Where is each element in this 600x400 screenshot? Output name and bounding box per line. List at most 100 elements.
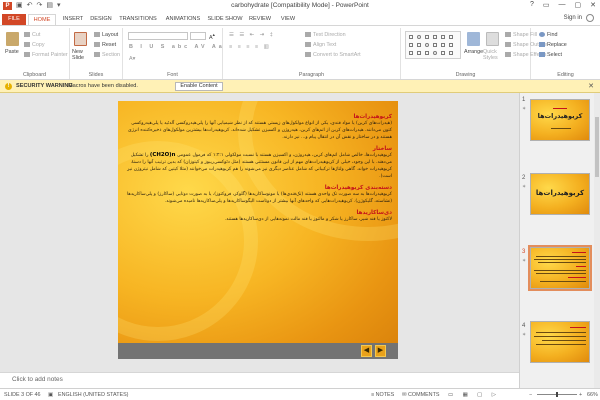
minimize-button[interactable]: — [559,1,566,9]
thumbnail-number: 1 [522,97,526,103]
slide-thumbnail-2[interactable]: کربوهیدرات‌ها [530,173,590,215]
tab-home[interactable]: HOME [28,14,56,25]
font-group-label: Font [167,72,178,78]
slide-thumbnail-pane[interactable]: 1 ✶ کربوهیدرات‌ها 2 ✶ کربوهیدرات‌ها 3 ✶ … [519,93,600,388]
reset-icon [94,42,100,48]
tab-review[interactable]: REVIEW [246,14,274,25]
slide-thumbnail-4[interactable] [530,321,590,363]
font-group: A▴ B I U S abc AV Aa A▾ Font [123,28,223,79]
language-indicator[interactable]: ENGLISH (UNITED STATES) [58,392,128,398]
paste-button[interactable]: Paste [5,49,19,55]
slides-group: New Slide Layout Reset Section Slides [70,28,123,79]
help-button[interactable]: ? [530,1,534,9]
tab-animations[interactable]: ANIMATIONS [162,14,204,25]
slide-thumbnail-1[interactable]: کربوهیدرات‌ها [530,99,590,141]
align-text-icon [305,42,311,48]
copy-button[interactable]: Copy [24,42,45,48]
title-bar: P ▣ ↶ ↷ ▤ ▾ carbohydrate [Compatibility … [0,0,600,12]
thumbnail-title: کربوهیدرات‌ها [537,112,583,120]
new-slide-icon[interactable] [74,32,87,46]
thumbnail-text-line [534,336,586,337]
zoom-level[interactable]: 66% [587,392,598,398]
close-button[interactable]: ✕ [590,1,596,9]
find-button[interactable]: Find [539,32,558,38]
comments-toggle-button[interactable]: ✉ COMMENTS [402,392,439,398]
thumbnail-text-line [553,108,567,109]
alignment-buttons[interactable]: ≡ ≡ ≡ ≡ ▥ [229,44,271,50]
zoom-slider-knob[interactable] [556,392,558,397]
slide-nav-bar: ◀ ▶ [118,343,398,359]
window-title: carbohydrate [Compatibility Mode] - Powe… [231,2,369,9]
scrollbar-thumb[interactable] [595,117,599,177]
status-bar: SLIDE 3 OF 46 ▣ ENGLISH (UNITED STATES) … [0,388,600,400]
list-buttons[interactable]: ☰ ☰ ⇤ ⇥ ‡ [229,32,275,38]
notes-pane[interactable]: Click to add notes [0,372,519,388]
section-button[interactable]: Section [94,52,120,58]
drawing-group-label: Drawing [455,72,476,78]
slide-thumbnail-3[interactable] [528,245,592,291]
spellcheck-icon[interactable]: ▣ [48,392,53,398]
thumbnail-text-line [576,266,586,267]
select-button[interactable]: Select [539,52,562,58]
quick-styles-button[interactable]: Quick Styles [483,49,505,61]
thumbnail-text-line [568,277,586,278]
arrange-button[interactable]: Arrange [464,49,483,55]
paste-icon[interactable] [6,32,19,46]
new-slide-button[interactable]: New Slide [72,49,92,61]
view-buttons[interactable]: ▭ ▦ ▢ ▷ [448,392,500,398]
replace-icon [539,42,545,48]
tab-view[interactable]: VIEW [277,14,299,25]
font-color-button[interactable]: A▾ [129,56,135,62]
font-style-buttons[interactable]: B I U S abc AV Aa [129,44,225,50]
thumbnail-text-line [538,262,586,263]
convert-smartart-button[interactable]: Convert to SmartArt [305,52,361,58]
replace-button[interactable]: Replace [539,42,567,48]
reset-button[interactable]: Reset [94,42,116,48]
shapes-gallery[interactable] [405,31,461,59]
arrange-icon[interactable] [467,32,480,46]
tab-design[interactable]: DESIGN [88,14,114,25]
maximize-button[interactable]: ▢ [575,1,582,9]
thumbnail-text-line [534,259,586,260]
star-icon: ✶ [522,332,527,338]
slide-paragraph: کربوهیدرات‌ها به سه صورت تک واحدی هستند … [127,192,392,204]
zoom-in-button[interactable]: + [579,392,582,398]
font-size-box[interactable] [190,32,206,40]
notes-toggle-button[interactable]: ≡ NOTES [371,392,394,398]
slide-editing-area[interactable]: کربوهیدرات‌ها (هیدرات‌های کربن) یا مواد … [0,93,519,372]
enable-content-button[interactable]: Enable Content [175,82,223,91]
thumbnail-number: 4 [522,323,526,329]
slide-canvas[interactable]: کربوهیدرات‌ها (هیدرات‌های کربن) یا مواد … [118,101,398,359]
layout-button[interactable]: Layout [94,32,118,38]
drawing-group: Arrange Quick Styles Shape Fill Shape Ou… [401,28,547,79]
next-slide-button[interactable]: ▶ [375,345,386,357]
ribbon-display-options-button[interactable]: ▭ [543,1,550,9]
thumbnail-scrollbar[interactable] [594,93,600,388]
sign-in-link[interactable]: Sign in [564,15,582,21]
thumbnail-text-line [536,273,586,274]
star-icon: ✶ [522,106,527,112]
notes-placeholder[interactable]: Click to add notes [12,376,63,383]
tab-file[interactable]: FILE [2,14,26,25]
slide-paragraph: (هیدرات‌های کربن) یا مواد قندی، یکی از ا… [128,121,392,140]
quick-styles-icon[interactable] [486,32,499,46]
security-warning-message: Macros have been disabled. [68,83,138,89]
star-icon: ✶ [522,184,527,190]
align-text-button[interactable]: Align Text [305,42,336,48]
clipboard-group-label: Clipboard [22,72,47,78]
format-painter-button[interactable]: Format Painter [24,52,68,58]
zoom-out-button[interactable]: − [529,392,532,398]
tab-insert[interactable]: INSERT [60,14,86,25]
text-direction-button[interactable]: Text Direction [305,32,346,38]
font-name-box[interactable] [128,32,188,40]
thumbnail-text-line [536,332,586,333]
tab-slide-show[interactable]: SLIDE SHOW [207,14,243,25]
tab-transitions[interactable]: TRANSITIONS [117,14,159,25]
feedback-smiley-icon[interactable] [586,14,594,22]
close-icon[interactable]: ✕ [588,82,594,90]
slide-text-body[interactable]: کربوهیدرات‌ها (هیدرات‌های کربن) یا مواد … [124,111,392,223]
prev-slide-button[interactable]: ◀ [361,345,372,357]
grow-font-button[interactable]: A▴ [209,32,215,41]
cut-button[interactable]: Cut [24,32,40,38]
effects-icon [505,52,511,58]
